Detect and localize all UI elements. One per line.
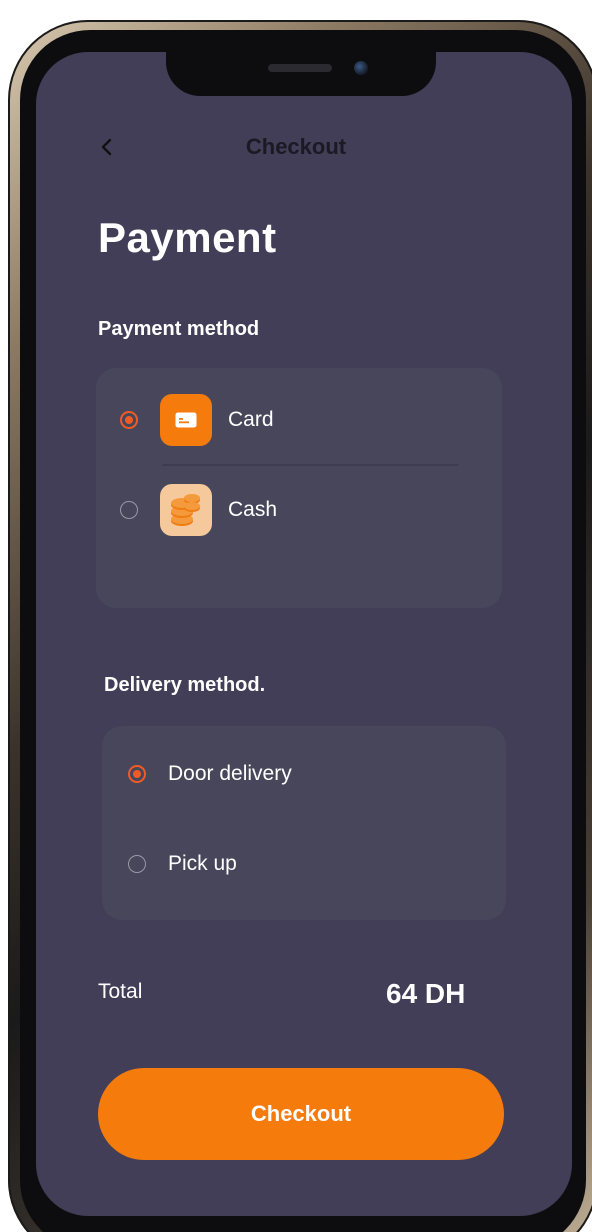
total-value: 64 DH (386, 978, 466, 1009)
stage: Checkout Payment Payment method Card Cas… (0, 0, 592, 1232)
total-label: Total (98, 980, 143, 1003)
delivery-option-label: Door delivery (168, 762, 292, 785)
payment-option-cash[interactable]: Cash (120, 484, 277, 536)
page-title: Payment (98, 214, 277, 261)
header-title: Checkout (245, 134, 347, 159)
delivery-option-label: Pick up (168, 852, 237, 875)
chevron-left-icon (101, 138, 112, 156)
radio-pick-up[interactable] (128, 855, 146, 873)
payment-option-label: Card (228, 408, 274, 431)
coins-icon (160, 484, 212, 536)
phone-notch (166, 34, 436, 96)
checkout-button[interactable]: Checkout (98, 1068, 504, 1160)
delivery-method-panel (102, 726, 506, 920)
payment-method-label: Payment method (98, 318, 260, 340)
credit-card-icon (160, 394, 212, 446)
delivery-method-label: Delivery method. (104, 674, 266, 696)
delivery-option-door[interactable]: Door delivery (128, 762, 292, 786)
payment-option-card[interactable]: Card (120, 394, 274, 446)
delivery-option-pickup[interactable]: Pick up (128, 852, 237, 876)
radio-card[interactable] (120, 411, 138, 429)
radio-door-delivery[interactable] (128, 765, 146, 783)
back-button[interactable] (92, 132, 122, 162)
payment-divider (162, 464, 458, 466)
camera-icon (354, 61, 368, 75)
speaker-grille (268, 64, 332, 72)
payment-option-label: Cash (228, 498, 278, 521)
radio-cash[interactable] (120, 501, 138, 519)
